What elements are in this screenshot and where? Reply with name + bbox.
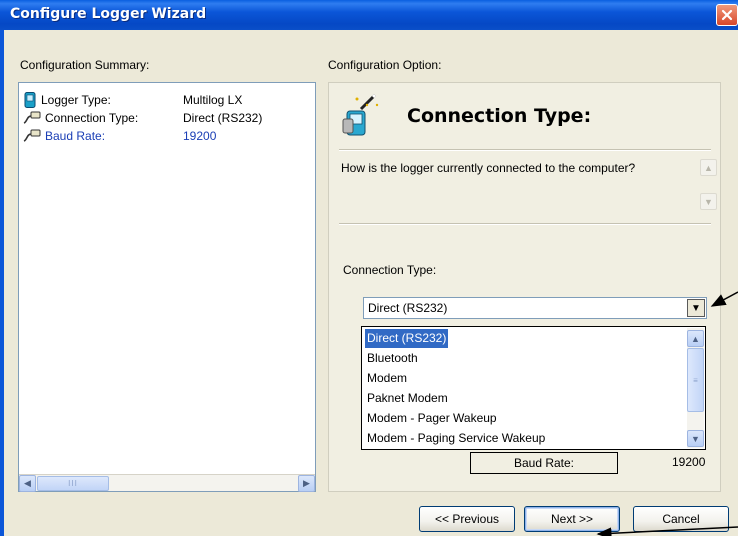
wizard-window: Configure Logger Wizard Configuration Su… (0, 0, 738, 536)
summary-horizontal-scrollbar[interactable]: ◀ III ▶ (19, 474, 315, 492)
summary-row-connection-type[interactable]: Connection Type: Direct (RS232) (23, 109, 262, 127)
title-bar[interactable]: Configure Logger Wizard (0, 0, 738, 30)
window-border (0, 30, 4, 536)
summary-heading: Configuration Summary: (20, 58, 150, 72)
dropdown-option-bluetooth[interactable]: Bluetooth (365, 349, 420, 368)
summary-panel[interactable]: Logger Type: Multilog LX Connection Type… (18, 82, 316, 492)
baud-rate-label: Baud Rate: (513, 456, 575, 470)
scroll-grip: III (68, 479, 78, 488)
summary-value: 19200 (183, 129, 217, 143)
select-value: Direct (RS232) (368, 301, 448, 315)
dropdown-option-modem-paging-service-wakeup[interactable]: Modem - Paging Service Wakeup (365, 429, 547, 448)
baud-rate-label-box: Baud Rate: (470, 452, 618, 474)
scroll-left-button[interactable]: ◀ (19, 475, 36, 492)
previous-button-label: << Previous (434, 512, 500, 526)
dropdown-option-paknet-modem[interactable]: Paknet Modem (365, 389, 450, 408)
scroll-thumb[interactable]: III (37, 476, 109, 491)
chevron-up-icon: ▲ (691, 333, 700, 344)
scroll-right-button[interactable]: ▶ (298, 475, 315, 492)
cancel-button-label: Cancel (662, 512, 700, 526)
question-scrollbar[interactable]: ▲ ▼ (700, 155, 717, 215)
connection-type-label: Connection Type: (343, 263, 437, 277)
divider (339, 223, 711, 225)
option-heading: Configuration Option: (328, 58, 442, 72)
close-button[interactable] (716, 4, 738, 26)
cable-icon (23, 111, 41, 124)
chevron-up-icon: ▲ (704, 162, 713, 173)
window-title: Configure Logger Wizard (10, 6, 207, 22)
chevron-down-icon: ▼ (691, 302, 701, 314)
option-title: Connection Type: (407, 105, 592, 127)
cable-icon (23, 129, 41, 142)
option-question: How is the logger currently connected to… (341, 161, 636, 175)
next-button-label: Next >> (550, 512, 594, 526)
summary-row-baud-rate[interactable]: Baud Rate: 19200 (23, 127, 216, 145)
scroll-thumb[interactable]: ≡ (687, 348, 704, 412)
scroll-grip-icon: ≡ (693, 375, 698, 385)
summary-key: Connection Type: (45, 111, 139, 125)
dropdown-option-modem-pager-wakeup[interactable]: Modem - Pager Wakeup (365, 409, 499, 428)
summary-key: Logger Type: (41, 93, 111, 107)
summary-value: Multilog LX (183, 93, 243, 107)
close-icon (721, 9, 733, 21)
connection-type-dropdown-list[interactable]: Direct (RS232) Bluetooth Modem Paknet Mo… (361, 326, 706, 450)
connection-type-select[interactable]: Direct (RS232) ▼ (363, 297, 707, 319)
scroll-down-button[interactable]: ▼ (700, 193, 717, 210)
scroll-up-button[interactable]: ▲ (687, 330, 704, 347)
summary-row-logger-type[interactable]: Logger Type: Multilog LX (23, 91, 242, 109)
scroll-down-button[interactable]: ▼ (687, 430, 704, 447)
baud-rate-value: 19200 (672, 455, 706, 469)
chevron-right-icon: ▶ (303, 478, 310, 488)
chevron-down-icon: ▼ (704, 196, 713, 207)
scroll-up-button[interactable]: ▲ (700, 159, 717, 176)
summary-value: Direct (RS232) (183, 111, 263, 125)
cancel-button[interactable]: Cancel (633, 506, 729, 532)
dropdown-option-direct-rs232[interactable]: Direct (RS232) (363, 328, 450, 349)
divider (339, 149, 711, 151)
chevron-down-icon: ▼ (691, 433, 700, 444)
chevron-left-icon: ◀ (24, 478, 31, 488)
next-button[interactable]: Next >> (524, 506, 620, 532)
dropdown-scrollbar[interactable]: ▲ ≡ ▼ (687, 328, 704, 448)
logger-icon (24, 92, 36, 108)
summary-key: Baud Rate: (45, 129, 106, 143)
dropdown-button[interactable]: ▼ (687, 299, 705, 317)
previous-button[interactable]: << Previous (419, 506, 515, 532)
wizard-wand-icon (342, 93, 379, 136)
dropdown-option-modem[interactable]: Modem (365, 369, 409, 388)
